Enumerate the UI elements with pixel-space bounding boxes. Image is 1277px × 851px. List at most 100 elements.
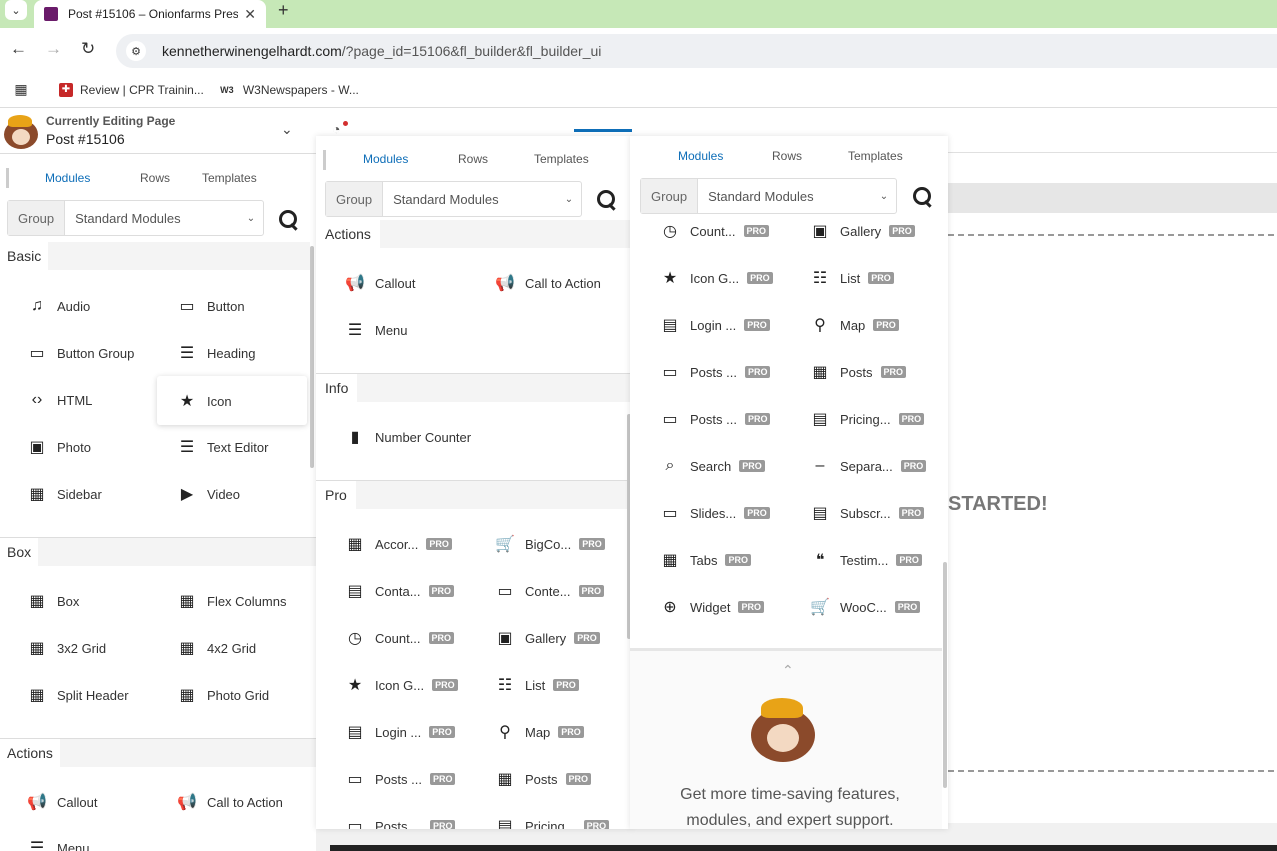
module-menu[interactable]: ☰ Menu [27, 838, 90, 851]
bookmark-cpr[interactable]: ✚ Review | CPR Trainin... [59, 82, 204, 97]
tab-modules[interactable]: Modules [45, 171, 140, 185]
right-panel-scrollbar[interactable] [943, 562, 947, 788]
forward-arrow-icon[interactable]: → [45, 39, 62, 59]
apps-grid-icon[interactable]: ▦ [14, 81, 35, 97]
module-button-group[interactable]: ▭ Button Group [27, 343, 134, 363]
group-select[interactable]: Group Standard Modules ⌄ [7, 200, 264, 236]
module-subscribe-form[interactable]: ▤ Subscr... PRO [810, 503, 925, 523]
address-bar[interactable]: ⚙ kennetherwinengelhardt.com/?page_id=15… [116, 34, 1277, 68]
module-menu[interactable]: ☰ Menu [345, 320, 408, 340]
panel-drag-handle[interactable] [323, 150, 326, 170]
module-icon-group[interactable]: ★ Icon G... PRO [345, 675, 458, 695]
module-tabs[interactable]: ▦ Tabs PRO [660, 550, 751, 570]
search-icon[interactable] [279, 210, 297, 228]
layout-icon: ▦ [179, 593, 195, 610]
section-basic: Basic [0, 242, 310, 270]
module-separator[interactable]: – Separa... PRO [810, 456, 927, 476]
module-callout[interactable]: 📢 Callout [27, 792, 97, 812]
back-arrow-icon[interactable]: ← [10, 39, 27, 59]
module-testimonials[interactable]: ❝ Testim... PRO [810, 550, 922, 570]
tab-rows[interactable]: Rows [458, 152, 534, 166]
module-woocommerce[interactable]: 🛒 WooC... PRO [810, 597, 921, 617]
module-countdown[interactable]: ◷ Count... PRO [660, 221, 770, 241]
module-map[interactable]: ⚲ Map PRO [495, 722, 584, 742]
module-posts-slider[interactable]: ▭ Posts ... PRO [660, 409, 771, 429]
module-posts-carousel[interactable]: ▭ Posts ... PRO [660, 362, 771, 382]
module-login-form[interactable]: ▤ Login ... PRO [660, 315, 770, 335]
section-title: Info [316, 374, 358, 402]
module-pricing-table[interactable]: ▤ Pricing... PRO [810, 409, 925, 429]
module-audio[interactable]: ♫ Audio [27, 296, 90, 316]
module-gallery[interactable]: ▣ Gallery PRO [810, 221, 915, 241]
module-split-header[interactable]: ▦ Split Header [27, 685, 128, 705]
notification-bell-icon[interactable]: ◔ [332, 121, 340, 137]
module-text-editor[interactable]: ☰ Text Editor [177, 437, 269, 457]
module-widget[interactable]: ⊕ Widget PRO [660, 597, 764, 617]
module-photo-grid[interactable]: ▦ Photo Grid [177, 685, 269, 705]
tab-search-chevron-icon[interactable]: ⌄ [5, 0, 27, 20]
new-tab-plus-icon[interactable]: + [278, 0, 289, 21]
tab-templates[interactable]: Templates [848, 149, 903, 163]
tab-templates[interactable]: Templates [202, 171, 257, 185]
module-contact-form[interactable]: ▤ Conta... PRO [345, 581, 455, 601]
module-box[interactable]: ▦ Box [27, 591, 79, 611]
clock-icon: ◷ [663, 223, 677, 240]
module-pricing-table[interactable]: ▤ Pricing... PRO [495, 816, 610, 829]
module-bigcommerce[interactable]: 🛒 BigCo... PRO [495, 534, 605, 554]
tab-modules[interactable]: Modules [363, 152, 458, 166]
group-select[interactable]: Group Standard Modules ⌄ [325, 181, 582, 217]
module-list[interactable]: ☷ List PRO [495, 675, 579, 695]
module-call-to-action[interactable]: 📢 Call to Action [495, 273, 601, 293]
module-callout[interactable]: 📢 Callout [345, 273, 415, 293]
module-label: Login ... [690, 317, 737, 333]
tab-close-icon[interactable]: ✕ [244, 6, 256, 23]
module-content-slider[interactable]: ▭ Conte... PRO [495, 581, 605, 601]
browser-tab-active[interactable]: Post #15106 – Onionfarms Pres ✕ [34, 0, 266, 28]
tab-rows[interactable]: Rows [140, 171, 202, 185]
reload-icon[interactable]: ↻ [81, 39, 95, 59]
group-select[interactable]: Group Standard Modules ⌄ [640, 178, 897, 214]
module-posts-carousel[interactable]: ▭ Posts ... PRO [345, 769, 456, 789]
module-map[interactable]: ⚲ Map PRO [810, 315, 899, 335]
tab-rows[interactable]: Rows [772, 149, 848, 163]
tab-templates[interactable]: Templates [534, 152, 589, 166]
module-call-to-action[interactable]: 📢 Call to Action [177, 792, 283, 812]
module-sidebar[interactable]: ▦ Sidebar [27, 484, 101, 504]
module-video[interactable]: ▶ Video [177, 484, 240, 504]
module-label: Slides... [690, 505, 737, 521]
panel-drag-handle[interactable] [6, 168, 9, 188]
pro-badge: PRO [565, 773, 592, 785]
module-photo[interactable]: ▣ Photo [27, 437, 91, 457]
module-flex-columns[interactable]: ▦ Flex Columns [177, 591, 286, 611]
module-heading[interactable]: ☰ Heading [177, 343, 256, 363]
module-button[interactable]: ▭ Button [177, 296, 244, 316]
search-icon[interactable] [597, 190, 615, 208]
module-number-counter[interactable]: ▮ Number Counter [345, 427, 472, 447]
module-label: Posts ... [690, 364, 737, 380]
module-slideshow[interactable]: ▭ Slides... PRO [660, 503, 770, 523]
currently-editing-header[interactable]: Currently Editing Page Post #15106 ⌄ [0, 109, 316, 154]
module-html[interactable]: ‹› HTML [27, 390, 93, 410]
module-gallery[interactable]: ▣ Gallery PRO [495, 628, 600, 648]
module-posts[interactable]: ▦ Posts PRO [495, 769, 592, 789]
bookmark-w3newspapers[interactable]: W3 W3Newspapers - W... [218, 83, 359, 97]
module-accordion[interactable]: ▦ Accor... PRO [345, 534, 452, 554]
publish-button-edge[interactable] [574, 129, 632, 132]
search-icon[interactable] [913, 187, 931, 205]
chevron-up-icon[interactable]: ⌃ [782, 662, 794, 679]
module-list[interactable]: ☷ List PRO [810, 268, 894, 288]
module-login-form[interactable]: ▤ Login ... PRO [345, 722, 455, 742]
tab-modules[interactable]: Modules [678, 149, 772, 163]
chevron-down-icon[interactable]: ⌄ [281, 121, 293, 138]
module-posts-slider[interactable]: ▭ Posts ... PRO [345, 816, 456, 829]
module-icon[interactable]: ★ Icon [177, 391, 232, 411]
module-4x2-grid[interactable]: ▦ 4x2 Grid [177, 638, 256, 658]
module-3x2-grid[interactable]: ▦ 3x2 Grid [27, 638, 106, 658]
module-icon-group[interactable]: ★ Icon G... PRO [660, 268, 773, 288]
site-info-icon[interactable]: ⚙ [126, 41, 146, 61]
left-panel-scrollbar[interactable] [310, 246, 314, 468]
pro-badge: PRO [574, 632, 600, 644]
module-posts[interactable]: ▦ Posts PRO [810, 362, 907, 382]
module-countdown[interactable]: ◷ Count... PRO [345, 628, 455, 648]
module-search[interactable]: ⌕ Search PRO [660, 456, 765, 476]
